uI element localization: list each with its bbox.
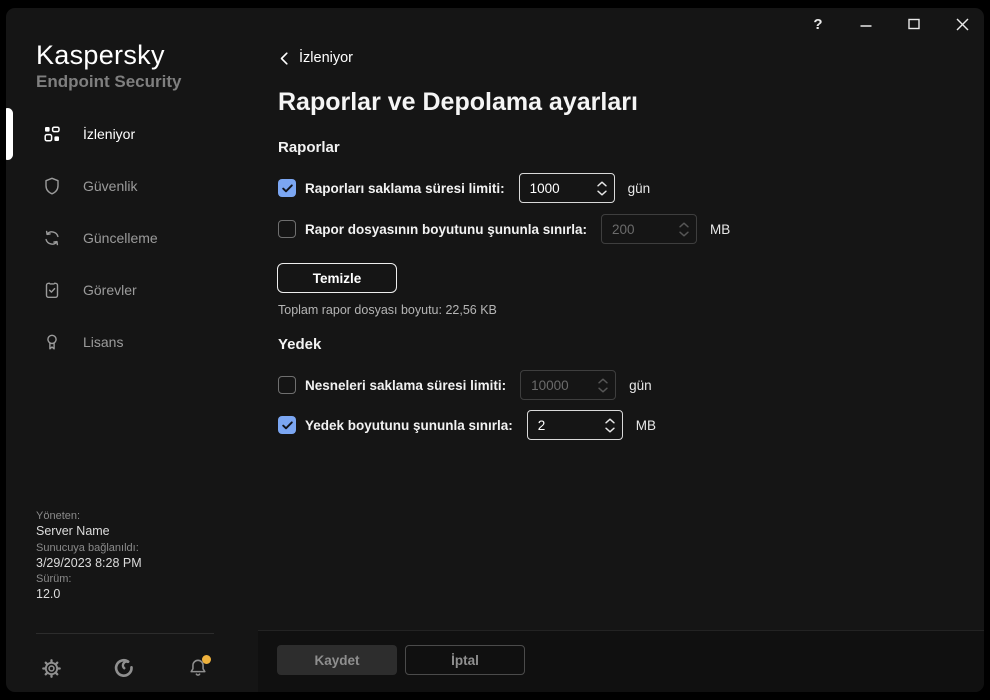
gear-icon [41,658,61,678]
unit-label: MB [635,417,657,433]
close-button[interactable] [948,10,976,38]
checkmark-icon [281,183,293,192]
reports-storage-limit-row: Raporları saklama süresi limiti: gün [278,171,650,205]
spin-up-icon [679,222,689,228]
spinner-arrows[interactable] [598,418,622,433]
backup-size-limit-checkbox[interactable] [278,416,296,434]
total-report-size-note: Toplam rapor dosyası boyutu: 22,56 KB [278,303,497,317]
report-file-size-limit-checkbox[interactable] [278,220,296,238]
version-value: 12.0 [36,587,61,601]
objects-storage-limit-checkbox[interactable] [278,376,296,394]
brand-product: Endpoint Security [36,72,182,91]
spin-down-icon [679,231,689,237]
sidebar-item-label: Görevler [83,282,137,298]
sidebar-divider [36,633,214,634]
save-button[interactable]: Kaydet [277,645,397,675]
server-info: Yöneten: Server Name Sunucuya bağlanıldı… [36,511,142,606]
report-file-size-input[interactable] [602,221,673,237]
license-icon [47,334,57,350]
reports-storage-limit-checkbox[interactable] [278,179,296,197]
managed-by-value: Server Name [36,524,110,538]
brand-name: Kaspersky [36,40,165,70]
sidebar-nav: İzleniyor Güvenlik Güncelleme Görevler L… [6,108,258,368]
sidebar-item-guncelleme[interactable]: Güncelleme [6,212,258,264]
unit-label: MB [710,221,731,237]
main-content: İzleniyor Raporlar ve Depolama ayarları … [258,8,984,692]
backup-size-spinbox [526,410,623,440]
clear-button[interactable]: Temizle [277,263,397,293]
notification-dot [202,655,211,664]
sidebar-item-izleniyor[interactable]: İzleniyor [6,108,258,160]
app-window: ? Kaspersky Endpoint Security İzleniyor … [6,8,984,692]
unit-label: gün [629,377,652,393]
maximize-button[interactable] [900,10,928,38]
unit-label: gün [627,180,651,196]
close-icon [956,18,968,30]
breadcrumb-back[interactable]: İzleniyor [280,50,353,66]
version-label: Sürüm: [36,573,72,585]
spin-up-icon [605,418,615,424]
spinner-arrows[interactable] [590,181,614,196]
objects-storage-days-spinbox [520,370,617,400]
help-button[interactable]: ? [804,10,832,38]
report-file-size-limit-row: Rapor dosyasının boyutunu şununla sınırl… [278,212,730,246]
refresh-icon [45,230,59,246]
titlebar-controls: ? [804,10,976,38]
reports-section-heading: Raporlar [278,139,340,156]
sidebar-item-guvenlik[interactable]: Güvenlik [6,160,258,212]
action-bar: Kaydet İptal [258,630,984,692]
spin-up-icon [596,181,607,187]
sidebar-item-label: Lisans [83,334,124,350]
cancel-button[interactable]: İptal [405,645,525,675]
support-button[interactable] [106,650,142,686]
minimize-icon [860,25,872,27]
dashboard-icon [44,126,60,142]
sidebar-item-label: Güvenlik [83,178,138,194]
breadcrumb-label: İzleniyor [299,50,353,66]
backup-size-limit-label: Yedek boyutunu şununla sınırla: [305,417,513,433]
tasks-icon [45,282,59,298]
spinner-arrows [672,222,696,237]
reports-storage-limit-label: Raporları saklama süresi limiti: [305,180,505,196]
sidebar-item-label: Güncelleme [83,230,158,246]
backup-section-heading: Yedek [278,336,322,353]
spin-down-icon [596,190,607,196]
backup-size-input[interactable] [527,417,598,433]
sidebar-item-lisans[interactable]: Lisans [6,316,258,368]
report-file-size-limit-label: Rapor dosyasının boyutunu şununla sınırl… [305,221,588,237]
report-file-size-spinbox [601,214,698,244]
objects-storage-days-input[interactable] [521,377,592,393]
page-title: Raporlar ve Depolama ayarları [278,88,638,116]
connected-label: Sunucuya bağlanıldı: [36,541,139,554]
objects-storage-limit-label: Nesneleri saklama süresi limiti: [305,377,507,393]
checkmark-icon [281,420,293,429]
chevron-left-icon [280,51,288,65]
spin-down-icon [598,387,608,393]
support-icon [114,658,133,677]
settings-button[interactable] [33,650,69,686]
managed-by-label: Yöneten: [36,510,81,522]
sidebar-item-label: İzleniyor [83,126,136,142]
sidebar-footer-icons [6,650,258,686]
spin-up-icon [598,378,608,384]
connected-value: 3/29/2023 8:28 PM [36,555,142,570]
notifications-button[interactable] [180,650,216,686]
sidebar: Kaspersky Endpoint Security İzleniyor Gü… [6,8,258,692]
objects-storage-limit-row: Nesneleri saklama süresi limiti: gün [278,368,652,402]
reports-storage-days-input[interactable] [519,180,590,196]
spin-down-icon [605,427,615,433]
minimize-button[interactable] [852,10,880,38]
brand-logo: Kaspersky Endpoint Security [36,40,181,92]
maximize-icon [908,18,920,30]
reports-storage-days-spinbox [518,173,615,203]
backup-size-limit-row: Yedek boyutunu şununla sınırla: MB [278,408,656,442]
sidebar-item-gorevler[interactable]: Görevler [6,264,258,316]
shield-icon [45,177,59,195]
spinner-arrows [591,378,615,393]
